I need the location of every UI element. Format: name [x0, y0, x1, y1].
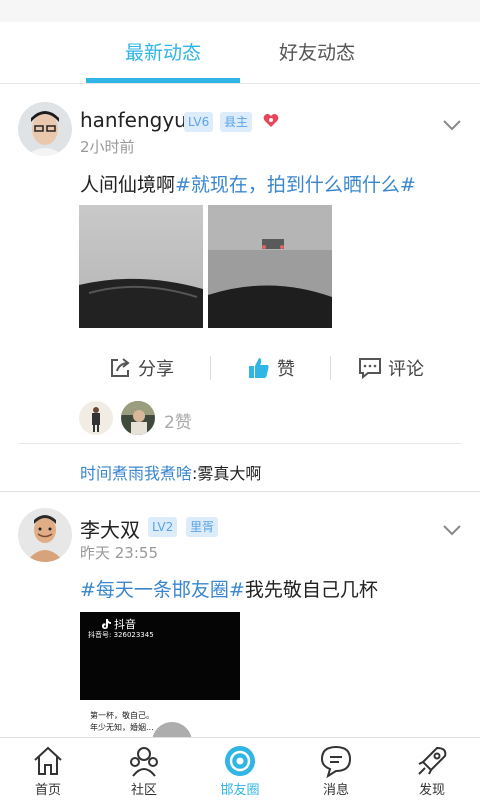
nav-label: 消息 [322, 783, 349, 798]
video-account-id: 抖音号: 326023345 [88, 631, 154, 639]
message-icon [320, 745, 352, 778]
nav-label: 社区 [130, 783, 157, 798]
nav-label: 发现 [418, 783, 445, 798]
bottom-nav: 首页 社区 邯友圈 消息 发现 [0, 737, 480, 800]
post-time: 昨天 23:55 [80, 544, 158, 562]
caption-line: 年少无知，婚姻... [90, 723, 154, 732]
post-card: 李大双 LV2 里胥 昨天 23:55 #每天一条邯友圈#我先敬自己几杯 抖音 … [0, 0, 480, 742]
caption-line: 第一杯，敬自己。 [90, 711, 154, 720]
post-content: #每天一条邯友圈#我先敬自己几杯 [80, 575, 378, 602]
nav-discover[interactable]: 发现 [384, 738, 480, 800]
nav-label: 邯友圈 [220, 783, 260, 798]
home-icon [34, 746, 62, 775]
circle-icon [225, 746, 255, 776]
nav-community[interactable]: 社区 [96, 738, 192, 800]
post-text: 我先敬自己几杯 [244, 579, 378, 601]
nav-circle[interactable]: 邯友圈 [192, 738, 288, 800]
douyin-icon [102, 619, 111, 629]
nav-messages[interactable]: 消息 [288, 738, 384, 800]
level-badge: LV2 [148, 517, 178, 537]
topic-tag[interactable]: #每天一条邯友圈# [80, 579, 245, 601]
role-badge: 里胥 [186, 517, 219, 537]
video-thumbnail[interactable]: 抖音 抖音号: 326023345 [80, 612, 240, 700]
nav-home[interactable]: 首页 [0, 738, 96, 800]
discover-icon [418, 746, 447, 775]
username[interactable]: 李大双 [80, 514, 140, 543]
avatar[interactable] [18, 508, 72, 562]
chevron-down-icon[interactable] [442, 523, 462, 537]
nav-label: 首页 [34, 783, 61, 798]
community-icon [130, 747, 158, 777]
